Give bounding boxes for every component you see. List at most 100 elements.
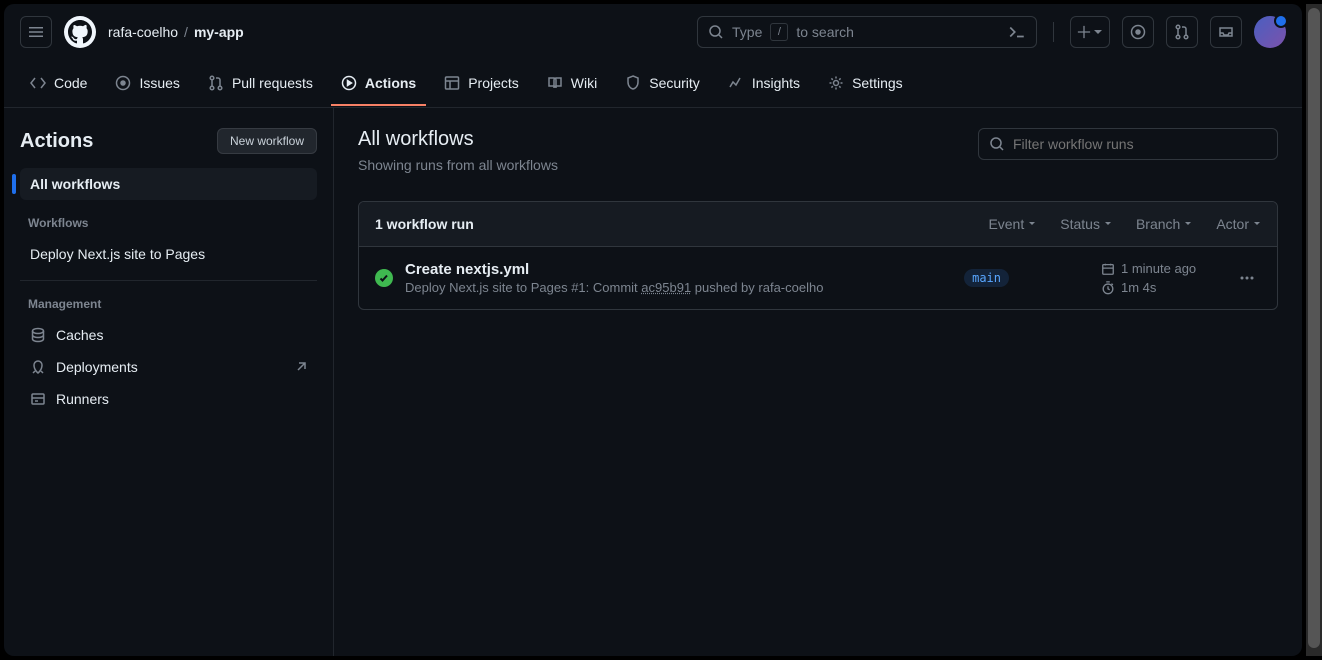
sidebar-workflows-heading: Workflows <box>28 216 309 230</box>
tab-actions[interactable]: Actions <box>331 62 426 106</box>
filter-status[interactable]: Status <box>1060 216 1112 232</box>
tab-label: Wiki <box>571 75 597 91</box>
avatar[interactable] <box>1254 16 1286 48</box>
kebab-icon <box>1239 270 1255 286</box>
tab-code[interactable]: Code <box>20 62 97 106</box>
sidebar-item-label: Caches <box>56 327 103 343</box>
sidebar-item-label: Deployments <box>56 359 138 375</box>
top-header: rafa-coelho / my-app Type / to search <box>4 4 1302 60</box>
inbox-button[interactable] <box>1210 16 1242 48</box>
search-icon <box>989 136 1005 152</box>
new-workflow-button[interactable]: New workflow <box>217 128 317 154</box>
breadcrumb: rafa-coelho / my-app <box>108 24 244 40</box>
commit-link[interactable]: ac95b91 <box>641 280 691 295</box>
projects-icon <box>444 75 460 91</box>
settings-icon <box>828 75 844 91</box>
tab-pull-requests[interactable]: Pull requests <box>198 62 323 106</box>
tab-projects[interactable]: Projects <box>434 62 529 106</box>
content: All workflows Showing runs from all work… <box>334 108 1302 656</box>
tab-label: Pull requests <box>232 75 313 91</box>
menu-button[interactable] <box>20 16 52 48</box>
caret-down-icon <box>1184 220 1192 228</box>
run-menu-button[interactable] <box>1233 264 1261 292</box>
search-prefix: Type <box>732 24 762 40</box>
tab-label: Code <box>54 75 87 91</box>
search-input[interactable]: Type / to search <box>697 16 1037 48</box>
hamburger-icon <box>28 24 44 40</box>
github-mark-icon <box>68 20 92 44</box>
sidebar-item-label: Runners <box>56 391 109 407</box>
security-icon <box>625 75 641 91</box>
tab-wiki[interactable]: Wiki <box>537 62 607 106</box>
stopwatch-icon <box>1101 281 1115 295</box>
filter-runs-input[interactable] <box>978 128 1278 160</box>
code-icon <box>30 75 46 91</box>
actions-icon <box>341 75 357 91</box>
branch-badge[interactable]: main <box>964 269 1009 287</box>
sidebar-caches[interactable]: Caches <box>20 319 317 351</box>
dot-circle-icon <box>1130 24 1146 40</box>
run-duration: 1m 4s <box>1101 280 1221 295</box>
page-subtitle: Showing runs from all workflows <box>358 157 558 173</box>
issues-icon <box>115 75 131 91</box>
tab-label: Projects <box>468 75 519 91</box>
caret-down-icon <box>1028 220 1036 228</box>
caret-down-icon <box>1093 27 1103 37</box>
sidebar-title: Actions <box>20 130 93 153</box>
tab-label: Issues <box>139 75 179 91</box>
pr-icon <box>208 75 224 91</box>
external-link-icon <box>295 361 307 373</box>
owner-link[interactable]: rafa-coelho <box>108 24 178 40</box>
tab-issues[interactable]: Issues <box>105 62 189 106</box>
repo-link[interactable]: my-app <box>194 24 244 40</box>
command-palette-icon[interactable] <box>1008 23 1026 41</box>
git-pr-icon <box>1174 24 1190 40</box>
breadcrumb-sep: / <box>184 24 188 40</box>
run-title[interactable]: Create nextjs.yml <box>405 261 932 278</box>
calendar-icon <box>1101 262 1115 276</box>
deployments-icon <box>30 359 46 375</box>
run-row[interactable]: Create nextjs.yml Deploy Next.js site to… <box>359 247 1277 309</box>
run-subtitle: Deploy Next.js site to Pages #1: Commit … <box>405 280 932 295</box>
tab-settings[interactable]: Settings <box>818 62 913 106</box>
sidebar-item-label: All workflows <box>30 176 120 192</box>
filter-actor[interactable]: Actor <box>1216 216 1261 232</box>
issues-tray-button[interactable] <box>1122 16 1154 48</box>
sidebar-management-heading: Management <box>28 297 309 311</box>
filter-branch[interactable]: Branch <box>1136 216 1192 232</box>
search-kbd: / <box>770 23 788 41</box>
sidebar-item-label: Deploy Next.js site to Pages <box>30 246 205 262</box>
scrollbar[interactable] <box>1306 4 1322 656</box>
status-success-icon <box>375 269 393 287</box>
tab-label: Settings <box>852 75 903 91</box>
tab-security[interactable]: Security <box>615 62 710 106</box>
caches-icon <box>30 327 46 343</box>
sidebar-all-workflows[interactable]: All workflows <box>20 168 317 200</box>
tab-insights[interactable]: Insights <box>718 62 810 106</box>
sidebar-deployments[interactable]: Deployments <box>20 351 317 383</box>
caret-down-icon <box>1253 220 1261 228</box>
sidebar: Actions New workflow All workflows Workf… <box>4 108 334 656</box>
scrollbar-thumb[interactable] <box>1308 8 1320 648</box>
plus-icon <box>1077 25 1091 39</box>
insights-icon <box>728 75 744 91</box>
sidebar-runners[interactable]: Runners <box>20 383 317 415</box>
wiki-icon <box>547 75 563 91</box>
caret-down-icon <box>1104 220 1112 228</box>
github-logo[interactable] <box>64 16 96 48</box>
search-icon <box>708 24 724 40</box>
runs-count: 1 workflow run <box>375 216 474 232</box>
repo-tabs: Code Issues Pull requests Actions Projec… <box>4 60 1302 108</box>
sidebar-workflow-item[interactable]: Deploy Next.js site to Pages <box>20 238 317 270</box>
tab-label: Security <box>649 75 700 91</box>
filter-input-field[interactable] <box>1013 136 1267 152</box>
page-title: All workflows <box>358 128 558 151</box>
runs-list: 1 workflow run Event Status Branch Actor… <box>358 201 1278 310</box>
filter-event[interactable]: Event <box>988 216 1036 232</box>
tab-label: Actions <box>365 75 416 91</box>
pull-requests-tray-button[interactable] <box>1166 16 1198 48</box>
tab-label: Insights <box>752 75 800 91</box>
create-new-button[interactable] <box>1070 16 1110 48</box>
runners-icon <box>30 391 46 407</box>
search-suffix: to search <box>796 24 854 40</box>
